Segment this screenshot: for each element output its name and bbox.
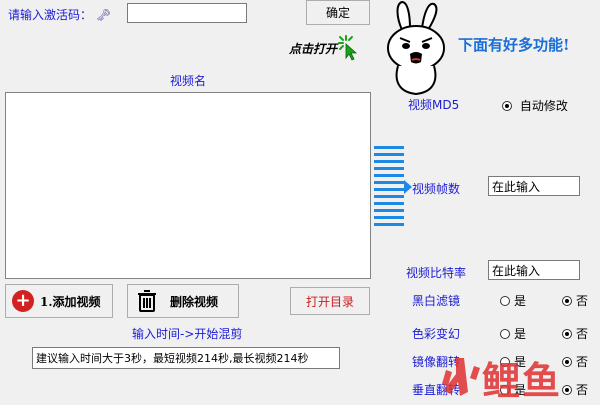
filter-row-color-no[interactable]: 否 (562, 325, 588, 342)
filter-row-mirror: 镜像翻转 是 否 (412, 353, 600, 371)
key-icon: 🗝 (95, 8, 112, 22)
fps-label: 视频帧数 (412, 182, 461, 196)
confirm-button-label: 确定 (325, 6, 350, 20)
filter-row-vflip-yes[interactable]: 是 (500, 381, 526, 398)
filter-row-mirror-no[interactable]: 否 (562, 353, 588, 370)
click-open-text[interactable]: 点击打开 (289, 40, 337, 57)
cursor-icon (336, 34, 364, 62)
time-label: 输入时间->开始混剪 (132, 327, 243, 341)
open-directory-label: 打开目录 (305, 294, 354, 309)
activation-label: 请输入激活码： 🗝 (8, 6, 111, 23)
add-video-label: 1.添加视频 (40, 294, 101, 309)
bitrate-label: 视频比特率 (406, 266, 467, 280)
filter-row-bw-label: 黑白滤镜 (412, 294, 461, 308)
arrow-right-icon (372, 144, 412, 232)
delete-video-button[interactable]: 删除视频 (127, 284, 239, 318)
md5-auto-radio-dot[interactable] (502, 100, 512, 111)
video-list-box[interactable] (5, 92, 371, 279)
md5-auto-label: 自动修改 (519, 99, 568, 113)
banner-text: 下面有好多功能! (458, 36, 570, 54)
activation-code-input[interactable] (127, 3, 247, 23)
filter-row-bw-yes[interactable]: 是 (500, 292, 526, 309)
filter-row-vflip-no[interactable]: 否 (562, 381, 588, 398)
filter-row-vflip: 垂直翻转 是 否 (412, 381, 600, 399)
time-hint-input[interactable]: 建议输入时间大于3秒，最短视频214秒,最长视频214秒 (32, 347, 340, 369)
plus-circle-icon: + (12, 290, 34, 312)
video-list-label: 视频名 (170, 74, 207, 88)
filter-row-bw-no[interactable]: 否 (562, 292, 588, 309)
trash-icon (136, 289, 158, 313)
filter-row-color-yes[interactable]: 是 (500, 325, 526, 342)
confirm-button[interactable]: 确定 (306, 0, 370, 25)
open-directory-button[interactable]: 打开目录 (290, 287, 370, 315)
filter-row-color-label: 色彩变幻 (412, 327, 461, 341)
md5-auto-radio[interactable]: 自动修改 (502, 97, 568, 114)
filter-row-vflip-label: 垂直翻转 (412, 383, 461, 397)
add-video-button[interactable]: + 1.添加视频 (5, 284, 113, 318)
filter-row-mirror-label: 镜像翻转 (412, 355, 461, 369)
rabbit-mascot-icon (372, 0, 458, 96)
fps-input[interactable]: 在此输入 (488, 176, 580, 196)
filter-row-bw: 黑白滤镜 是 否 (412, 292, 600, 310)
filter-row-mirror-yes[interactable]: 是 (500, 353, 526, 370)
delete-video-label: 删除视频 (170, 294, 219, 309)
bitrate-input[interactable]: 在此输入 (488, 260, 580, 280)
filter-row-color: 色彩变幻 是 否 (412, 325, 600, 343)
md5-label: 视频MD5 (408, 98, 460, 112)
activation-label-text: 请输入激活码： (8, 8, 93, 22)
